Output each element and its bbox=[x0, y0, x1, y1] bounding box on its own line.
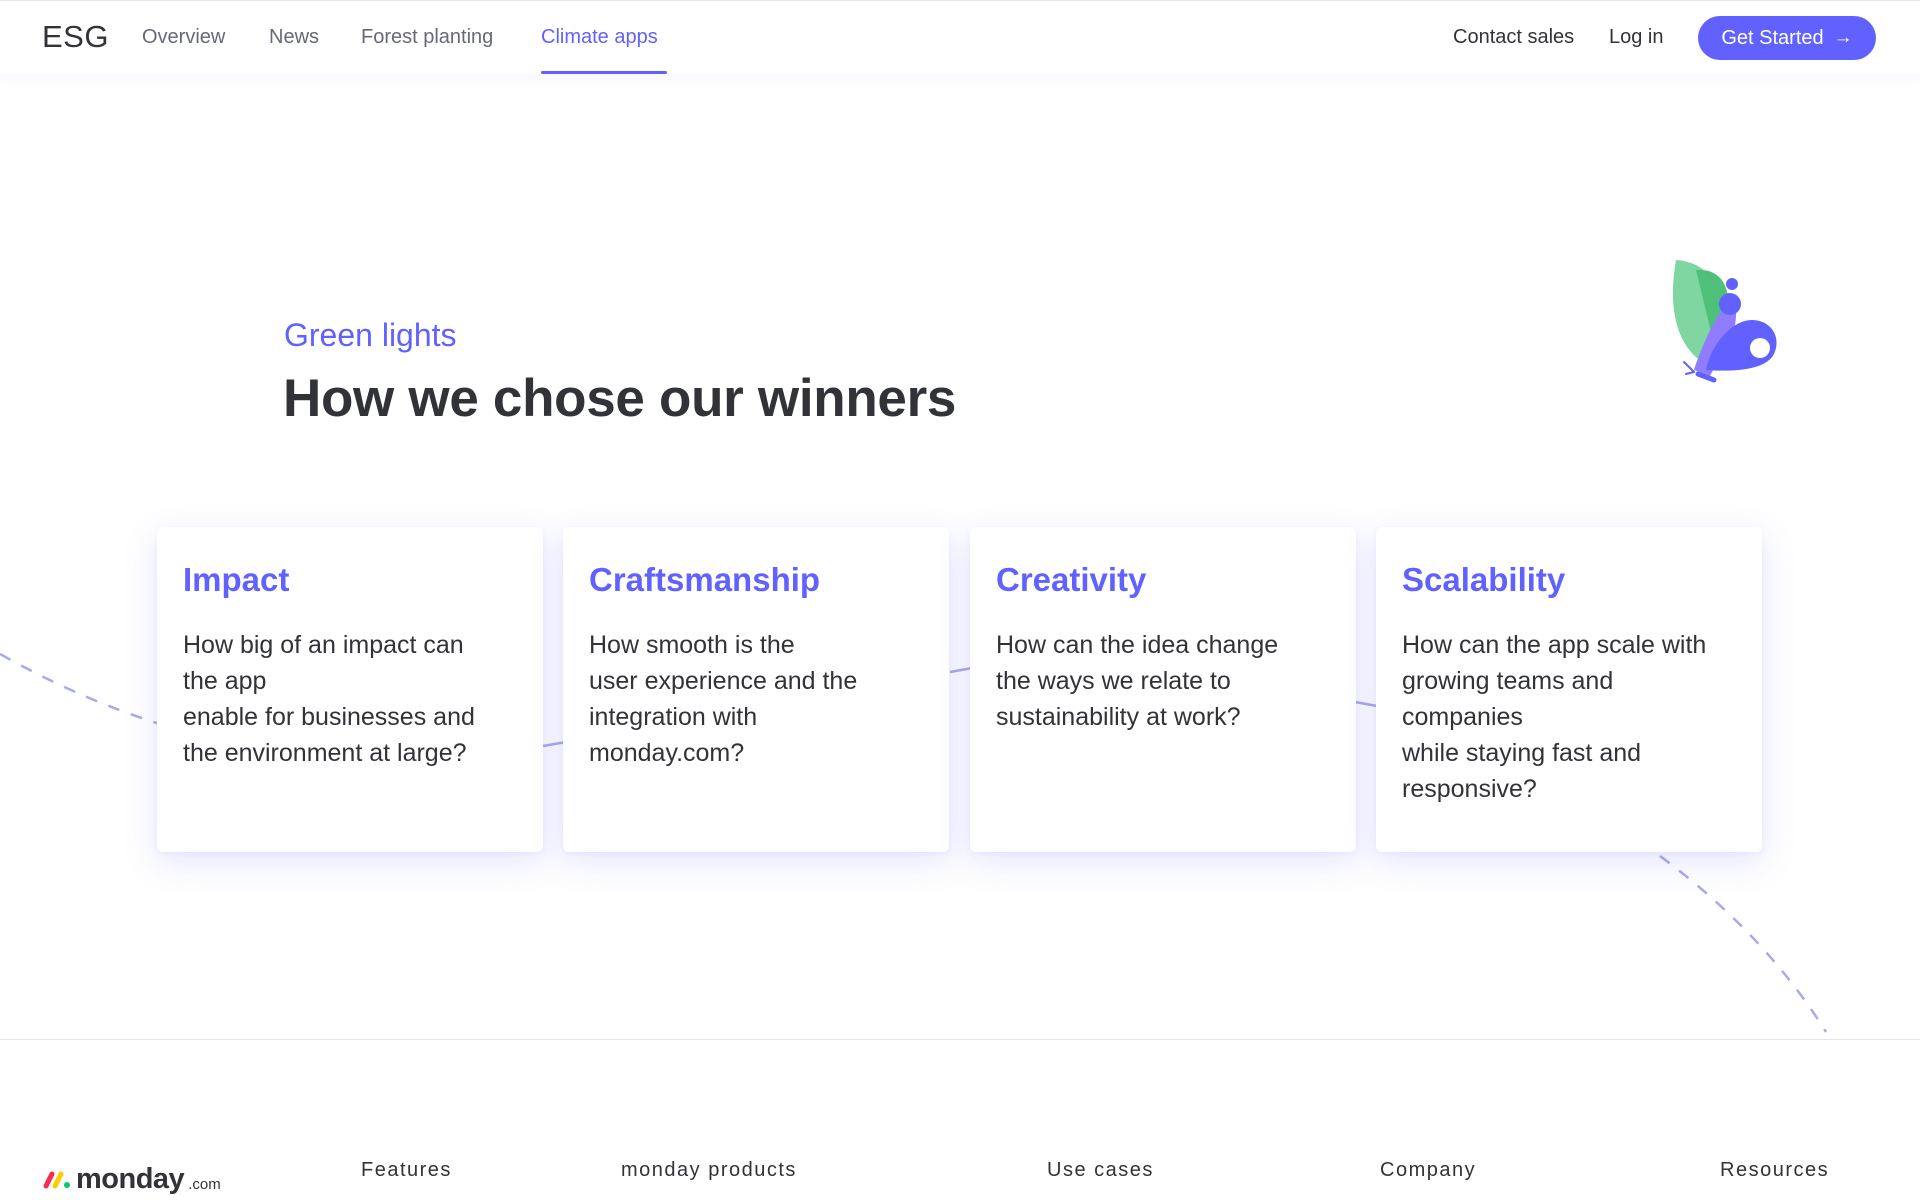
footer-column-monday-products[interactable]: monday products bbox=[621, 1159, 797, 1182]
card-description: How can the app scale with growing teams… bbox=[1402, 631, 1707, 803]
card-title: Creativity bbox=[996, 561, 1147, 598]
arrow-right-icon: → bbox=[1833, 27, 1853, 48]
nav-item-news[interactable]: News bbox=[269, 26, 319, 49]
criteria-card-scalability: Scalability How can the app scale with g… bbox=[1376, 527, 1762, 852]
card-description: How smooth is the user experience and th… bbox=[589, 631, 858, 767]
butterfly-icon bbox=[1672, 260, 1777, 383]
card-title: Impact bbox=[183, 561, 290, 598]
section-eyebrow: Green lights bbox=[284, 317, 457, 353]
monday-logo-mark-icon bbox=[43, 1171, 70, 1189]
card-description: How big of an impact can the app enable … bbox=[183, 631, 475, 767]
monday-logo[interactable]: monday .com bbox=[42, 1156, 221, 1196]
section-title: How we chose our winners bbox=[283, 369, 957, 428]
card-description: How can the idea change the ways we rela… bbox=[996, 631, 1279, 731]
top-navigation-bar: ESG Overview News Forest planting Climat… bbox=[0, 0, 1920, 74]
get-started-label: Get Started bbox=[1721, 26, 1824, 49]
active-nav-indicator bbox=[541, 71, 667, 74]
contact-sales-link[interactable]: Contact sales bbox=[1453, 26, 1574, 49]
nav-item-overview[interactable]: Overview bbox=[142, 26, 225, 49]
criteria-card-creativity: Creativity How can the idea change the w… bbox=[970, 527, 1356, 852]
footer-column-use-cases[interactable]: Use cases bbox=[1047, 1159, 1154, 1182]
footer-divider bbox=[0, 1039, 1920, 1040]
card-title: Craftsmanship bbox=[589, 561, 821, 598]
card-title: Scalability bbox=[1402, 561, 1566, 598]
nav-item-climate-apps[interactable]: Climate apps bbox=[541, 26, 658, 49]
get-started-button[interactable]: Get Started → bbox=[1698, 16, 1876, 60]
login-link[interactable]: Log in bbox=[1609, 26, 1664, 49]
footer-column-company[interactable]: Company bbox=[1380, 1159, 1476, 1182]
footer-column-resources[interactable]: Resources bbox=[1720, 1159, 1829, 1182]
criteria-card-craftsmanship: Craftsmanship How smooth is the user exp… bbox=[563, 527, 949, 852]
brand-logo-esg[interactable]: ESG bbox=[42, 19, 109, 55]
footer-column-features[interactable]: Features bbox=[361, 1159, 452, 1182]
logo-suffix: .com bbox=[188, 1176, 221, 1193]
logo-wordmark: monday bbox=[76, 1163, 185, 1195]
criteria-card-impact: Impact How big of an impact can the app … bbox=[157, 527, 543, 852]
nav-item-forest-planting[interactable]: Forest planting bbox=[361, 26, 493, 49]
